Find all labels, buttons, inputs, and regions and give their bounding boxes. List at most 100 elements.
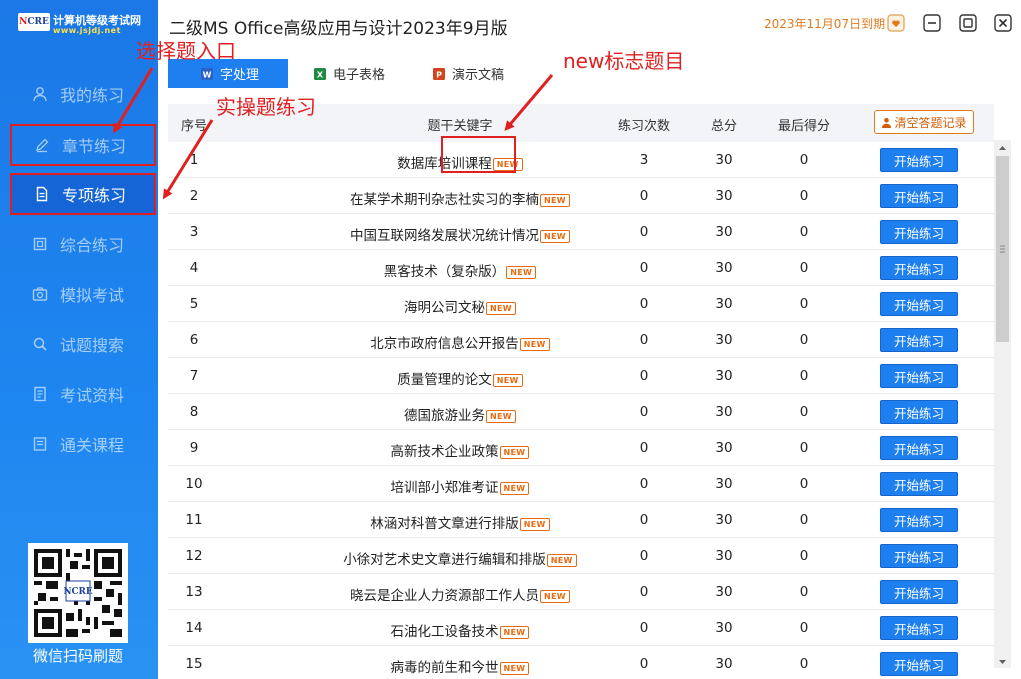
start-practice-button[interactable]: 开始练习 <box>880 508 958 532</box>
row-number: 9 <box>189 440 199 456</box>
sidebar-item-label: 章节练习 <box>62 137 127 156</box>
row-total-score: 30 <box>715 152 733 168</box>
header-total: 总分 <box>710 119 737 134</box>
header-no: 序号 <box>180 119 207 134</box>
row-practice-count: 0 <box>639 404 649 420</box>
feedback-button[interactable] <box>886 13 906 33</box>
start-practice-button[interactable]: 开始练习 <box>880 436 958 460</box>
clear-records-button[interactable]: 清空答题记录 <box>874 110 974 134</box>
minimize-icon <box>923 14 941 32</box>
row-topic-text: 海明公司文秘 <box>404 300 486 316</box>
sidebar-item-label: 试题搜索 <box>60 336 125 355</box>
svg-text:NCRE: NCRE <box>63 587 92 597</box>
table-row: 6 北京市政府信息公开报告 NEW 0 30 0 开始练习 <box>168 322 994 358</box>
start-practice-button[interactable]: 开始练习 <box>880 148 958 172</box>
question-table: 序号 题干关键字 练习次数 总分 最后得分 清空答题记录 1 数据库培训课程 NEW… <box>168 104 994 679</box>
start-practice-button[interactable]: 开始练习 <box>880 580 958 604</box>
table-row: 12 小徐对艺术史文章进行编辑和排版 NEW 0 30 0 开始练习 <box>168 538 994 574</box>
sidebar-item-mock-exam[interactable]: 模拟考试 <box>10 273 156 315</box>
course-icon <box>32 436 48 452</box>
sidebar-item-search[interactable]: 试题搜索 <box>10 323 156 365</box>
start-practice-button[interactable]: 开始练习 <box>880 472 958 496</box>
annotation-new-topics: new标志题目 <box>563 49 685 73</box>
new-badge: NEW <box>499 626 530 639</box>
new-badge: NEW <box>506 266 537 279</box>
qr-code: NCRE <box>28 543 128 643</box>
row-topic-text: 小徐对艺术史文章进行编辑和排版 <box>343 552 546 568</box>
start-practice-button[interactable]: 开始练习 <box>880 616 958 640</box>
row-topic-text: 在某学术期刊杂志社实习的李楠 <box>350 192 540 208</box>
sidebar-item-special-practice[interactable]: 专项练习 <box>10 173 156 215</box>
heart-icon <box>887 14 905 32</box>
row-practice-count: 0 <box>639 584 649 600</box>
start-practice-button[interactable]: 开始练习 <box>880 400 958 424</box>
scroll-down-arrow[interactable] <box>994 654 1011 668</box>
qr-caption: 微信扫码刷题 <box>32 647 123 665</box>
table-row: 15 病毒的前生和今世 NEW 0 30 0 开始练习 <box>168 646 994 679</box>
table-row: 13 晓云是企业人力资源部工作人员 NEW 0 30 0 开始练习 <box>168 574 994 610</box>
new-badge: NEW <box>499 446 530 459</box>
close-button[interactable] <box>993 13 1013 33</box>
start-practice-button[interactable]: 开始练习 <box>880 256 958 280</box>
scrollbar[interactable] <box>994 140 1011 668</box>
row-number: 1 <box>189 152 199 168</box>
user-icon <box>881 117 892 128</box>
row-total-score: 30 <box>715 224 733 240</box>
row-topic-text: 北京市政府信息公开报告 <box>370 336 519 352</box>
row-number: 4 <box>189 260 199 276</box>
row-last-score: 0 <box>799 188 809 204</box>
scroll-thumb[interactable] <box>996 156 1009 342</box>
start-practice-button[interactable]: 开始练习 <box>880 364 958 388</box>
start-practice-button[interactable]: 开始练习 <box>880 652 958 676</box>
start-practice-button[interactable]: 开始练习 <box>880 544 958 568</box>
tab-powerpoint[interactable]: P 演示文稿 <box>432 59 542 88</box>
row-last-score: 0 <box>799 332 809 348</box>
row-last-score: 0 <box>799 548 809 564</box>
start-practice-button[interactable]: 开始练习 <box>880 328 958 352</box>
new-badge: NEW <box>540 194 570 207</box>
svg-text:X: X <box>317 70 324 79</box>
sidebar-item-courses[interactable]: 通关课程 <box>10 423 156 465</box>
row-topic-text: 质量管理的论文 <box>397 372 492 388</box>
header-last-score: 最后得分 <box>777 119 830 134</box>
start-practice-button[interactable]: 开始练习 <box>880 220 958 244</box>
row-number: 14 <box>185 620 203 636</box>
table-row: 4 黑客技术（复杂版） NEW 0 30 0 开始练习 <box>168 250 994 286</box>
minimize-button[interactable] <box>922 13 942 33</box>
row-total-score: 30 <box>715 332 733 348</box>
row-total-score: 30 <box>715 584 733 600</box>
row-number: 5 <box>189 296 199 312</box>
sidebar-item-materials[interactable]: 考试资料 <box>10 373 156 415</box>
sidebar-item-comprehensive[interactable]: 综合练习 <box>10 223 156 265</box>
sidebar: NCRE 计算机等级考试网 www.jsjdj.net 我的练习 章节练习 专项… <box>0 0 158 679</box>
user-icon <box>32 86 48 102</box>
row-number: 8 <box>189 404 199 420</box>
row-total-score: 30 <box>715 440 733 456</box>
maximize-button[interactable] <box>958 13 978 33</box>
edit-icon <box>34 137 50 153</box>
row-last-score: 0 <box>799 368 809 384</box>
clear-records-label: 清空答题记录 <box>894 115 967 130</box>
tab-excel[interactable]: X 电子表格 <box>313 59 423 88</box>
logo-url: www.jsjdj.net <box>53 26 121 35</box>
annotation-practical: 实操题练习 <box>216 95 316 119</box>
row-number: 6 <box>189 332 199 348</box>
start-practice-button[interactable]: 开始练习 <box>880 184 958 208</box>
start-practice-button[interactable]: 开始练习 <box>880 292 958 316</box>
row-total-score: 30 <box>715 368 733 384</box>
new-badge: NEW <box>540 230 570 243</box>
scroll-up-arrow[interactable] <box>994 140 1011 154</box>
row-last-score: 0 <box>799 512 809 528</box>
row-last-score: 0 <box>799 296 809 312</box>
sidebar-item-chapter-practice[interactable]: 章节练习 <box>10 124 156 166</box>
sidebar-item-label: 考试资料 <box>60 386 125 405</box>
sidebar-item-label: 专项练习 <box>62 186 127 205</box>
row-number: 2 <box>189 188 199 204</box>
row-number: 10 <box>185 476 203 492</box>
row-last-score: 0 <box>799 152 809 168</box>
sidebar-item-my-practice[interactable]: 我的练习 <box>10 73 156 115</box>
table-row: 1 数据库培训课程 NEW 3 30 0 开始练习 <box>168 142 994 178</box>
annotation-choice-entry: 选择题入口 <box>136 39 236 63</box>
row-number: 11 <box>185 512 203 528</box>
new-badge: NEW <box>499 482 530 495</box>
